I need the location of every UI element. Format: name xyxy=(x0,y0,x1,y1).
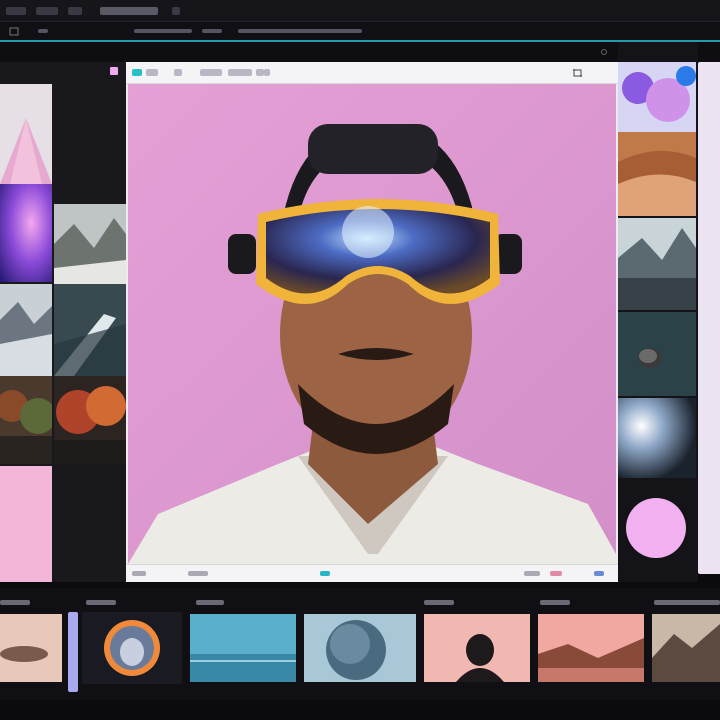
image-canvas[interactable] xyxy=(128,84,616,564)
portrait-image xyxy=(128,84,616,564)
filmstrip-thumb[interactable] xyxy=(424,614,530,682)
filmstrip-thumb[interactable] xyxy=(652,614,720,682)
filmstrip-label xyxy=(540,600,570,605)
crop-icon[interactable] xyxy=(572,68,584,78)
properties-panel-edge[interactable] xyxy=(698,62,720,574)
asset-thumb[interactable] xyxy=(618,218,696,310)
filmstrip-label xyxy=(86,600,116,605)
settings-icon[interactable] xyxy=(600,48,608,56)
filmstrip-thumb[interactable] xyxy=(304,614,416,682)
filmstrip-thumb[interactable] xyxy=(0,614,62,682)
tab-4[interactable] xyxy=(100,7,158,15)
zoom-control[interactable] xyxy=(132,571,146,576)
expand-icon[interactable] xyxy=(228,69,252,76)
menu-item[interactable] xyxy=(134,29,192,33)
tab-bar xyxy=(0,0,720,22)
filmstrip-label xyxy=(196,600,224,605)
eye-icon[interactable] xyxy=(200,69,222,76)
editor-status-bar xyxy=(126,564,618,582)
color-swatch-small[interactable] xyxy=(110,67,118,75)
status-item[interactable] xyxy=(320,571,330,576)
crop-icon[interactable] xyxy=(132,69,142,76)
filmstrip-scrollbar[interactable] xyxy=(68,612,78,692)
asset-thumb[interactable] xyxy=(618,132,696,216)
menu-item[interactable] xyxy=(38,29,48,33)
asset-thumb[interactable] xyxy=(0,84,52,184)
asset-thumb[interactable] xyxy=(54,376,126,464)
filmstrip-thumb[interactable] xyxy=(190,614,296,682)
left-asset-panel xyxy=(0,62,126,582)
asset-thumb[interactable] xyxy=(618,312,696,396)
tool-item[interactable] xyxy=(264,69,270,76)
asset-thumb[interactable] xyxy=(0,466,52,582)
asset-thumb[interactable] xyxy=(54,284,126,376)
editor-window xyxy=(126,62,618,582)
editor-toolbar xyxy=(126,62,618,84)
asset-thumb[interactable] xyxy=(0,284,52,376)
asset-thumb[interactable] xyxy=(54,204,126,284)
footer-bar xyxy=(0,700,720,720)
menu-bar xyxy=(0,22,720,40)
tool-row xyxy=(0,42,720,62)
tool-item[interactable] xyxy=(256,69,264,76)
asset-thumb[interactable] xyxy=(618,62,696,132)
menu-item[interactable] xyxy=(202,29,222,33)
filmstrip-thumb[interactable] xyxy=(538,614,644,682)
home-icon[interactable] xyxy=(8,26,20,36)
filmstrip-thumb[interactable] xyxy=(82,612,182,684)
asset-thumb[interactable] xyxy=(0,184,52,282)
status-item xyxy=(188,571,208,576)
filmstrip-label xyxy=(0,600,30,605)
status-item[interactable] xyxy=(594,571,604,576)
tab-1[interactable] xyxy=(6,7,26,15)
select-icon[interactable] xyxy=(146,69,158,76)
asset-thumb[interactable] xyxy=(618,398,696,478)
status-item[interactable] xyxy=(550,571,562,576)
menu-item[interactable] xyxy=(238,29,362,33)
tab-3[interactable] xyxy=(68,7,82,15)
tab-5[interactable] xyxy=(172,7,180,15)
color-swatch[interactable] xyxy=(626,498,686,558)
link-icon[interactable] xyxy=(174,69,182,76)
status-item[interactable] xyxy=(524,571,540,576)
tab-2[interactable] xyxy=(36,7,58,15)
asset-thumb[interactable] xyxy=(0,376,52,464)
filmstrip-label xyxy=(654,600,720,605)
filmstrip-label xyxy=(424,600,454,605)
